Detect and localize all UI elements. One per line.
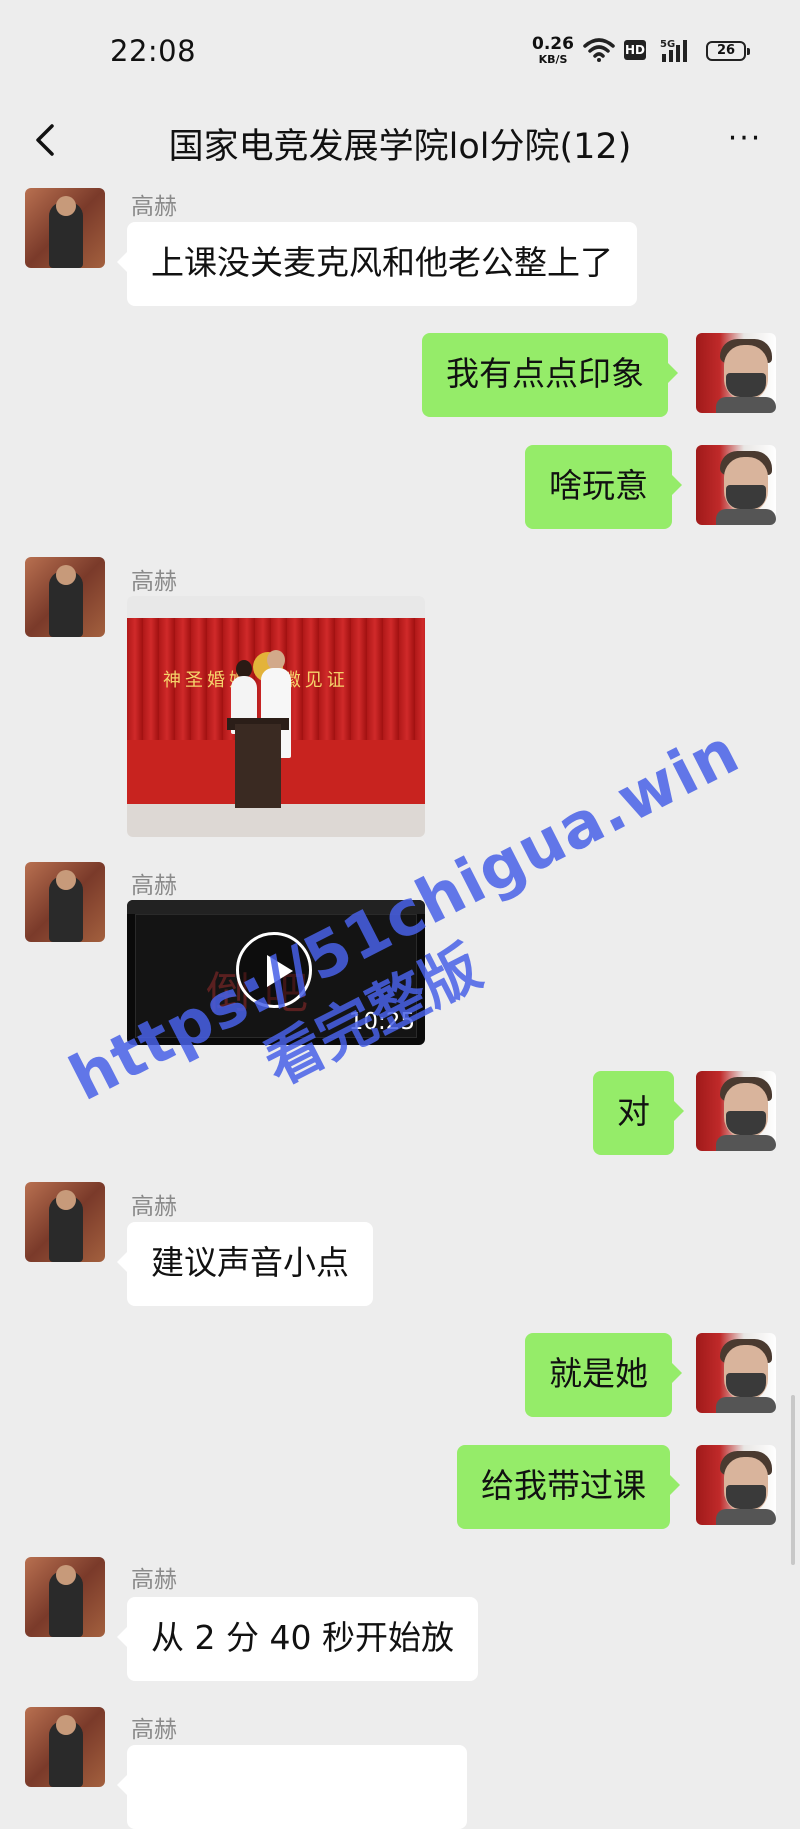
message-bubble[interactable]: 建议声音小点 [117,1222,373,1306]
hd-icon: HD [624,40,646,60]
self-avatar[interactable] [696,1071,776,1151]
sender-avatar[interactable] [25,862,105,942]
self-avatar[interactable] [696,1445,776,1525]
network-type-label: 5G [660,39,675,50]
message-bubble[interactable] [117,1745,467,1829]
sender-name: 高赫 [131,194,177,220]
status-time: 22:08 [110,34,197,68]
chat-title: 国家电竞发展学院lol分院(12) [168,127,632,167]
self-avatar[interactable] [696,333,776,413]
message-bubble-self[interactable]: 我有点点印象 [422,333,678,417]
network-speed: 0.26 KB/S [530,34,576,66]
chat-header: 国家电竞发展学院lol分院(12) ··· [0,100,800,180]
battery-level: 26 [716,43,736,58]
self-avatar[interactable] [696,445,776,525]
status-bar: 22:08 0.26 KB/S HD 5G 26 [0,0,800,100]
sender-name: 高赫 [131,569,177,595]
network-speed-value: 0.26 [532,34,574,54]
signal-icon: 5G [660,39,687,62]
sender-name: 高赫 [131,1717,177,1743]
sender-name: 高赫 [131,873,177,899]
image-message[interactable]: 神圣婚姻 国徽见证 [127,596,425,837]
message-bubble-self[interactable]: 就是她 [525,1333,682,1417]
video-duration: 10:25 [348,1009,415,1035]
wifi-icon [583,38,615,62]
self-avatar[interactable] [696,1333,776,1413]
network-speed-unit: KB/S [538,53,568,66]
sender-avatar[interactable] [25,1182,105,1262]
video-message[interactable]: 倒 吧 10:25 [127,900,425,1045]
sender-avatar[interactable] [25,557,105,637]
sender-name: 高赫 [131,1567,177,1593]
message-bubble-self[interactable]: 对 [593,1071,684,1155]
message-bubble[interactable]: 上课没关麦克风和他老公整上了 [117,222,637,306]
scrollbar[interactable] [791,1395,795,1565]
message-bubble-self[interactable]: 啥玩意 [525,445,682,529]
message-bubble-self[interactable]: 给我带过课 [457,1445,680,1529]
more-options-icon[interactable]: ··· [722,124,768,154]
battery-icon: 26 [706,41,750,61]
sender-avatar[interactable] [25,1557,105,1637]
message-bubble[interactable]: 从 2 分 40 秒开始放 [117,1597,478,1681]
play-icon[interactable] [236,932,312,1008]
sender-avatar[interactable] [25,1707,105,1787]
sender-avatar[interactable] [25,188,105,268]
sender-name: 高赫 [131,1194,177,1220]
